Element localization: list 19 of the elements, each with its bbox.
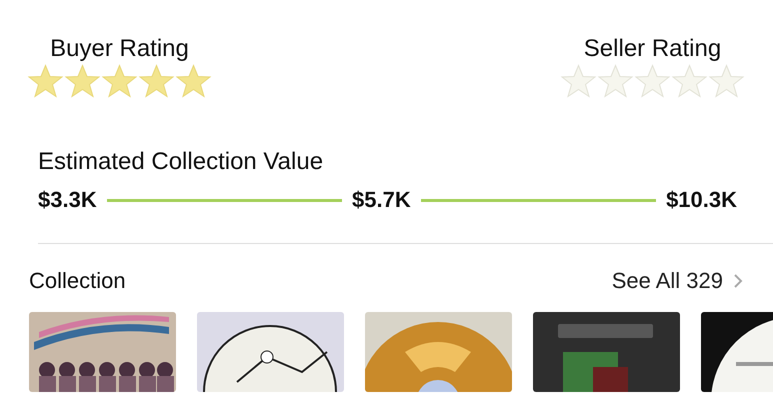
star-icon bbox=[27, 64, 64, 99]
star-icon bbox=[64, 64, 101, 99]
star-icon bbox=[138, 64, 175, 99]
star-icon bbox=[560, 64, 597, 99]
star-icon bbox=[597, 64, 634, 99]
star-icon bbox=[671, 64, 708, 99]
rating-label: Buyer Rating bbox=[50, 34, 189, 64]
see-all-link[interactable]: See All 329 bbox=[612, 266, 743, 296]
section-title: Estimated Collection Value bbox=[38, 147, 324, 177]
chevron-icon bbox=[733, 273, 743, 289]
star-icon bbox=[175, 64, 212, 99]
value-amount: $3.3K bbox=[38, 186, 97, 214]
value-amount: $5.7K bbox=[352, 186, 411, 214]
star-icon bbox=[708, 64, 745, 99]
rating-label: Seller Rating bbox=[584, 34, 722, 64]
star-icon bbox=[101, 64, 138, 99]
value-amount: $10.3K bbox=[666, 186, 738, 214]
section-title: Collection bbox=[29, 267, 126, 295]
star-icon bbox=[634, 64, 671, 99]
